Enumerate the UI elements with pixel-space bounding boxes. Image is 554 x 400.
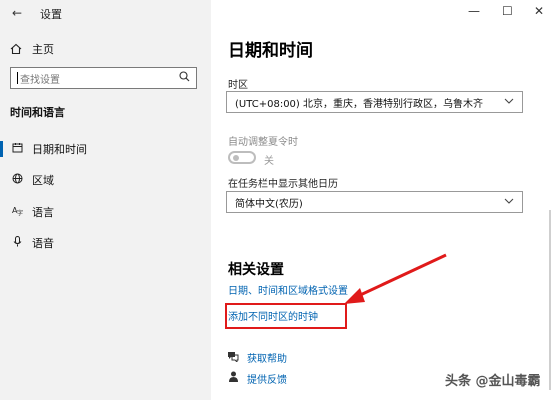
get-help-row[interactable]: 获取帮助 <box>227 350 287 365</box>
title-bar-left: ← 设置 <box>0 0 211 26</box>
window-title: 设置 <box>40 8 62 21</box>
indicator <box>0 172 3 188</box>
calendar-value: 简体中文(农历) <box>235 198 303 210</box>
link-date-time-region-format[interactable]: 日期、时间和区域格式设置 <box>228 282 348 297</box>
back-arrow-icon[interactable]: ← <box>12 6 22 20</box>
feedback-link[interactable]: 提供反馈 <box>247 371 287 386</box>
close-button[interactable]: ✕ <box>534 4 544 18</box>
home-label: 主页 <box>32 43 54 56</box>
chevron-down-icon <box>504 96 514 109</box>
sidebar-item-date-time[interactable]: 日期和时间 <box>0 138 211 160</box>
sidebar-item-region[interactable]: 区域 <box>0 169 211 191</box>
sidebar-item-label: 区域 <box>32 174 54 187</box>
home-icon <box>10 43 22 55</box>
get-help-link[interactable]: 获取帮助 <box>247 350 287 365</box>
svg-text:字: 字 <box>17 209 23 216</box>
main-pane: — ☐ ✕ 日期和时间 时区 (UTC+08:00) 北京，重庆，香港特别行政区… <box>211 0 554 400</box>
calendar-label: 在任务栏中显示其他日历 <box>228 179 338 190</box>
timezone-label: 时区 <box>228 80 248 91</box>
calendar-select[interactable]: 简体中文(农历) <box>226 191 523 213</box>
calendar-icon <box>11 142 23 156</box>
microphone-icon <box>11 236 23 250</box>
feedback-row[interactable]: 提供反馈 <box>227 371 287 386</box>
timezone-value: (UTC+08:00) 北京，重庆，香港特别行政区，乌鲁木齐 <box>235 98 484 110</box>
text-caret <box>17 72 18 84</box>
search-icon[interactable] <box>179 71 190 85</box>
sidebar-item-label: 日期和时间 <box>32 143 87 156</box>
sidebar-item-home[interactable]: 主页 <box>10 41 54 57</box>
indicator <box>0 204 3 220</box>
dst-state: 关 <box>264 156 274 167</box>
search-input[interactable]: 查找设置 <box>10 67 197 89</box>
sidebar-item-language[interactable]: A字 语言 <box>0 201 211 223</box>
dst-toggle[interactable] <box>228 151 256 164</box>
timezone-select[interactable]: (UTC+08:00) 北京，重庆，香港特别行政区，乌鲁木齐 <box>226 91 523 113</box>
highlight-box <box>225 303 347 329</box>
scrollbar[interactable] <box>549 210 551 390</box>
globe-icon <box>11 173 23 187</box>
chevron-down-icon <box>504 196 514 209</box>
minimize-button[interactable]: — <box>468 4 480 18</box>
feedback-icon <box>227 371 239 386</box>
search-placeholder: 查找设置 <box>20 74 60 86</box>
watermark: 头条 @金山毒霸 <box>445 374 541 389</box>
toggle-knob <box>233 155 239 161</box>
indicator <box>0 235 3 251</box>
page-title: 日期和时间 <box>228 41 313 61</box>
section-title: 时间和语言 <box>10 106 65 119</box>
language-icon: A字 <box>11 205 23 219</box>
sidebar-item-label: 语音 <box>32 237 54 250</box>
active-indicator <box>0 141 3 157</box>
sidebar: ← 设置 主页 查找设置 时间和语言 日期和时间 区域 A字 语言 语音 <box>0 0 211 400</box>
related-settings-title: 相关设置 <box>228 262 284 278</box>
annotation-arrow-icon <box>344 253 447 304</box>
maximize-button[interactable]: ☐ <box>502 4 513 18</box>
sidebar-item-speech[interactable]: 语音 <box>0 232 211 254</box>
sidebar-item-label: 语言 <box>32 206 54 219</box>
dst-label: 自动调整夏令时 <box>228 137 298 148</box>
chat-help-icon <box>227 351 239 365</box>
